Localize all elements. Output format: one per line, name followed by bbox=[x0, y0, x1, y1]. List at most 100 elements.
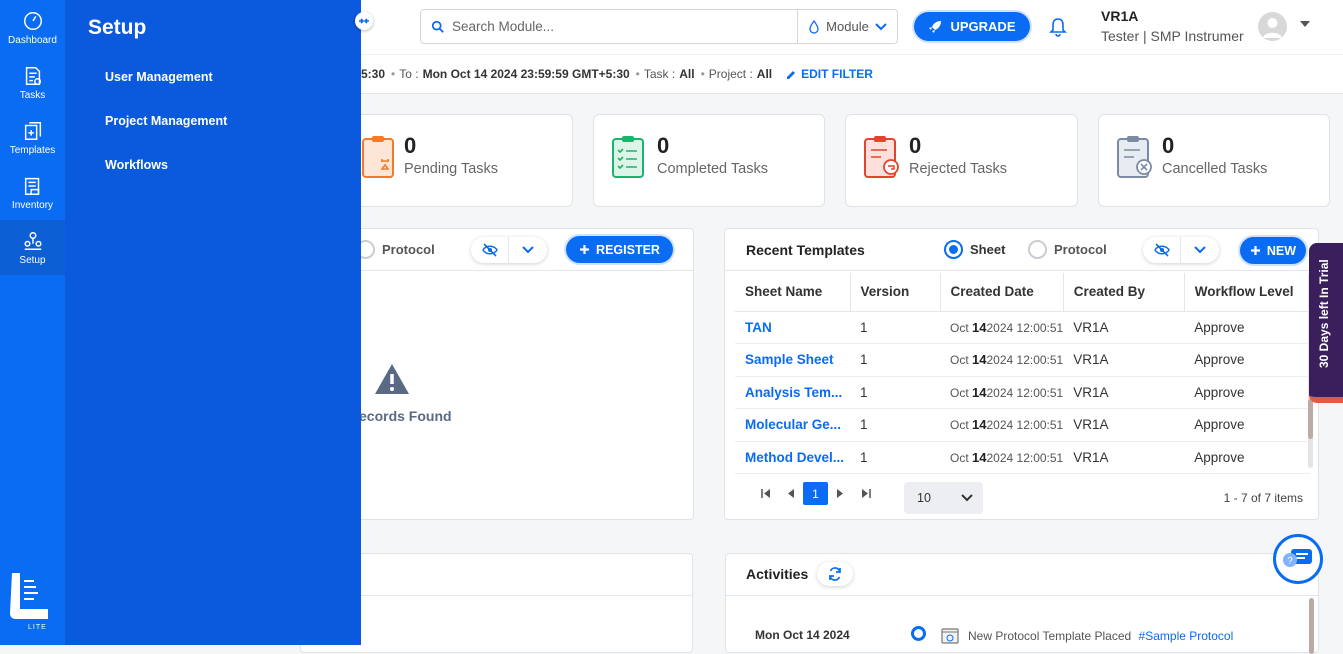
chat-help-button[interactable]: ? bbox=[1273, 534, 1323, 584]
register-button[interactable]: REGISTER bbox=[566, 236, 673, 263]
templates-title: Recent Templates bbox=[746, 242, 865, 258]
bell-icon[interactable] bbox=[1049, 17, 1067, 37]
search-input[interactable] bbox=[452, 19, 782, 34]
dashboard-icon bbox=[23, 11, 42, 30]
table-row[interactable]: Method Devel... 1 Oct 142024 12:00:51 VR… bbox=[735, 441, 1310, 474]
filter-project-value: All bbox=[756, 67, 773, 81]
completed-label: Completed Tasks bbox=[657, 161, 768, 177]
new-template-button[interactable]: NEW bbox=[1240, 237, 1306, 264]
templates-hide-button[interactable] bbox=[1143, 237, 1181, 263]
setup-menu: User Management Project Management Workf… bbox=[105, 68, 227, 200]
menu-item-user-management[interactable]: User Management bbox=[105, 68, 227, 112]
col-created-by[interactable]: Created By bbox=[1063, 273, 1185, 312]
stat-card-rejected[interactable]: 0 Rejected Tasks bbox=[845, 114, 1078, 207]
pending-count: 0 bbox=[404, 133, 417, 158]
first-page-icon bbox=[760, 489, 770, 498]
avatar[interactable] bbox=[1258, 12, 1287, 41]
activities-panel-head: Activities bbox=[726, 554, 1318, 596]
row-created-date: Oct 142024 12:00:51 bbox=[940, 441, 1064, 474]
menu-item-project-management[interactable]: Project Management bbox=[105, 112, 227, 156]
filter-task-label: Task : bbox=[643, 67, 676, 81]
rejected-count: 0 bbox=[909, 133, 922, 158]
templates-expand-button[interactable] bbox=[1181, 237, 1219, 263]
rail-label-dashboard: Dashboard bbox=[8, 34, 57, 46]
filter-task-value: All bbox=[679, 67, 695, 81]
sheet-radio[interactable]: Sheet bbox=[944, 240, 1005, 259]
row-sheet-name[interactable]: Sample Sheet bbox=[735, 343, 850, 377]
filter-to-value: Mon Oct 14 2024 23:59:59 GMT+5:30 bbox=[422, 67, 630, 81]
eye-off-icon bbox=[481, 243, 498, 257]
rejected-label: Rejected Tasks bbox=[909, 161, 1008, 177]
records-protocol-radio[interactable]: Protocol bbox=[356, 240, 435, 259]
activities-scrollbar[interactable] bbox=[1309, 598, 1314, 654]
user-role: Tester | SMP Instrumer bbox=[1101, 28, 1244, 44]
caret-down-icon[interactable] bbox=[1299, 20, 1311, 28]
radio-off bbox=[1028, 240, 1047, 259]
records-protocol-label: Protocol bbox=[382, 242, 435, 257]
next-page-button[interactable] bbox=[828, 482, 853, 505]
col-workflow-level[interactable]: Workflow Level bbox=[1184, 273, 1310, 312]
page-number-current[interactable]: 1 bbox=[803, 482, 828, 505]
templates-scroll-thumb[interactable] bbox=[1308, 399, 1313, 439]
row-created-date: Oct 142024 12:00:51 bbox=[940, 376, 1064, 409]
collapse-flyout-button[interactable] bbox=[355, 12, 373, 30]
prev-page-button[interactable] bbox=[778, 482, 803, 505]
records-view-toggle bbox=[471, 237, 547, 263]
table-row[interactable]: TAN 1 Oct 142024 12:00:51 VR1A Approve bbox=[735, 311, 1310, 344]
stat-card-completed[interactable]: 0 Completed Tasks bbox=[593, 114, 825, 207]
activities-title: Activities bbox=[746, 566, 809, 582]
protocol-radio-label: Protocol bbox=[1054, 242, 1107, 257]
protocol-radio[interactable]: Protocol bbox=[1028, 240, 1107, 259]
module-dropdown[interactable]: Module bbox=[797, 10, 897, 43]
radio-on bbox=[944, 240, 963, 259]
stat-card-pending[interactable]: 0 Pending Tasks bbox=[340, 114, 573, 207]
rocket-icon bbox=[929, 20, 942, 33]
inventory-icon bbox=[24, 177, 39, 195]
row-version: 1 bbox=[850, 408, 940, 442]
plus-icon bbox=[1250, 246, 1260, 255]
cancelled-tasks-icon bbox=[1117, 136, 1152, 178]
rail-item-templates[interactable]: Templates bbox=[0, 110, 65, 165]
table-row[interactable]: Sample Sheet 1 Oct 142024 12:00:51 VR1A … bbox=[735, 343, 1310, 377]
rail-item-tasks[interactable]: Tasks bbox=[0, 55, 65, 110]
droplet-icon bbox=[809, 19, 819, 34]
stat-card-cancelled[interactable]: 0 Cancelled Tasks bbox=[1098, 114, 1330, 207]
row-sheet-name[interactable]: TAN bbox=[735, 311, 850, 344]
timeline-dot bbox=[911, 626, 926, 641]
refresh-activities-button[interactable] bbox=[817, 562, 853, 586]
tasks-icon bbox=[25, 66, 41, 85]
templates-panel-head: Recent Templates Sheet Protocol NEW bbox=[725, 229, 1318, 271]
nav-rail: Dashboard Tasks Templates Inventory Setu… bbox=[0, 0, 65, 645]
records-hide-button[interactable] bbox=[471, 237, 509, 263]
row-sheet-name[interactable]: Analysis Tem... bbox=[735, 376, 850, 409]
rail-item-dashboard[interactable]: Dashboard bbox=[0, 0, 65, 55]
register-label: REGISTER bbox=[596, 242, 660, 257]
col-version[interactable]: Version bbox=[850, 273, 941, 312]
page-size-select[interactable]: 10 bbox=[904, 482, 983, 514]
edit-filter-link[interactable]: EDIT FILTER bbox=[786, 67, 873, 81]
activity-link[interactable]: #Sample Protocol bbox=[1139, 629, 1234, 643]
trial-ribbon[interactable]: 30 Days left In Trial bbox=[1309, 243, 1343, 403]
row-sheet-name[interactable]: Method Devel... bbox=[735, 441, 850, 474]
table-row[interactable]: Analysis Tem... 1 Oct 142024 12:00:51 VR… bbox=[735, 376, 1310, 409]
row-created-by: VR1A bbox=[1063, 343, 1185, 377]
rail-item-setup[interactable]: Setup bbox=[0, 220, 65, 275]
records-expand-button[interactable] bbox=[509, 237, 547, 263]
row-created-by: VR1A bbox=[1063, 441, 1185, 474]
rail-item-inventory[interactable]: Inventory bbox=[0, 165, 65, 220]
table-row[interactable]: Molecular Ge... 1 Oct 142024 12:00:51 VR… bbox=[735, 408, 1310, 442]
last-page-icon bbox=[861, 489, 871, 498]
col-sheet-name[interactable]: Sheet Name bbox=[735, 273, 851, 312]
activities-panel: Activities Mon Oct 14 2024 New Protocol … bbox=[725, 553, 1319, 654]
menu-item-workflows[interactable]: Workflows bbox=[105, 156, 227, 200]
warning-icon bbox=[375, 364, 409, 394]
first-page-button[interactable] bbox=[753, 482, 778, 505]
upgrade-button[interactable]: UPGRADE bbox=[914, 12, 1030, 41]
rail-label-setup: Setup bbox=[19, 254, 46, 266]
pending-label: Pending Tasks bbox=[404, 161, 499, 177]
pencil-icon bbox=[787, 70, 796, 79]
completed-tasks-icon bbox=[612, 136, 644, 178]
col-created-date[interactable]: Created Date bbox=[940, 273, 1064, 312]
last-page-button[interactable] bbox=[853, 482, 878, 505]
row-sheet-name[interactable]: Molecular Ge... bbox=[735, 408, 850, 442]
